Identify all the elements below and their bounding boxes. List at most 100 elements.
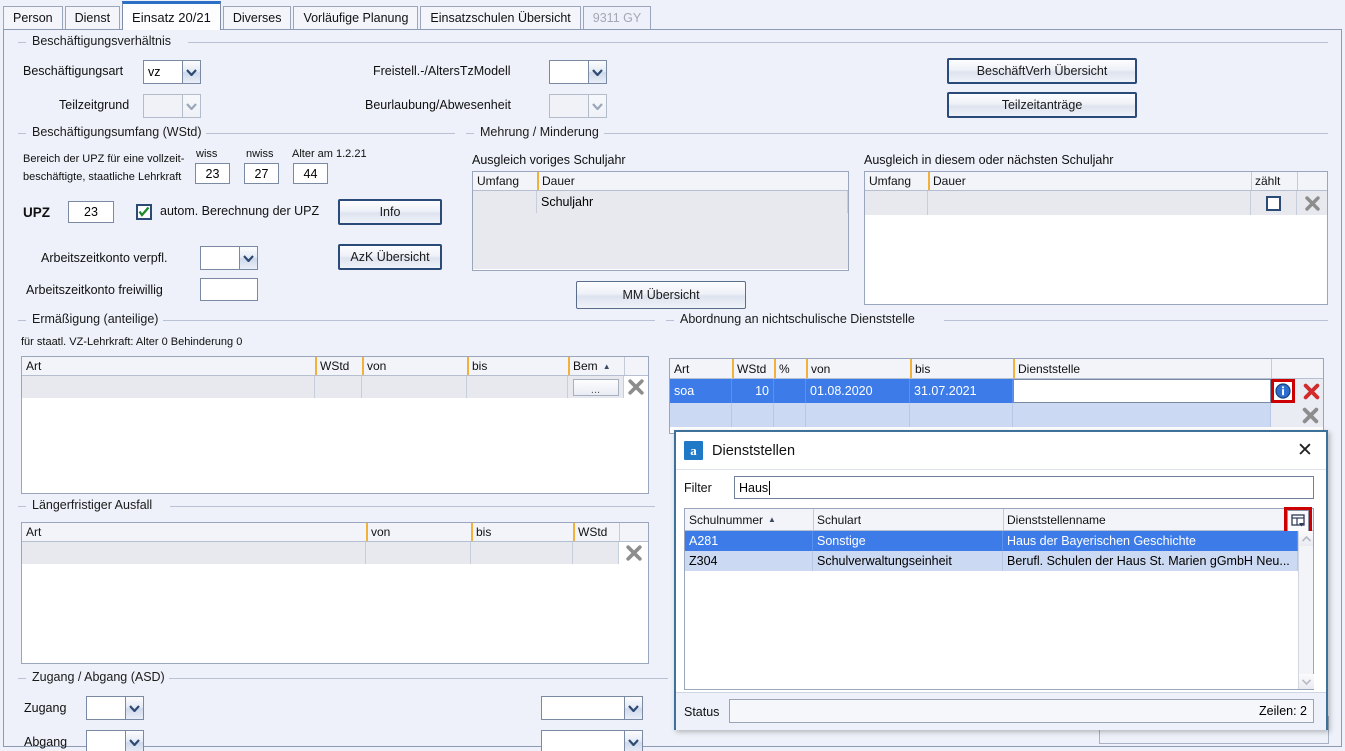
cell-art[interactable] xyxy=(670,403,732,427)
mm-uebersicht-button[interactable]: MM Übersicht xyxy=(576,281,746,309)
cell-wstd[interactable] xyxy=(315,376,362,398)
cell-bis[interactable] xyxy=(471,542,573,564)
cell-row-actions[interactable] xyxy=(1271,379,1323,403)
beurlaubung-value[interactable] xyxy=(549,94,588,118)
table-columns-icon[interactable] xyxy=(1287,510,1309,532)
cell-delete[interactable] xyxy=(624,376,648,398)
col-bis[interactable]: bis xyxy=(910,359,1013,378)
teilzeitgrund-value[interactable] xyxy=(143,94,182,118)
col-art[interactable]: Art xyxy=(670,359,732,378)
delete-gray-x-icon[interactable] xyxy=(1299,192,1325,214)
zugang-detail-combo[interactable] xyxy=(541,696,643,720)
tab-9311-gy[interactable]: 9311 GY xyxy=(582,6,652,30)
tab-einsatz[interactable]: Einsatz 20/21 xyxy=(122,1,221,30)
col-actions[interactable] xyxy=(624,357,648,375)
table-scrollbar[interactable] xyxy=(1298,531,1314,689)
col-umfang[interactable]: Umfang xyxy=(473,172,537,190)
cell-prozent[interactable] xyxy=(774,379,806,403)
chevron-down-icon[interactable] xyxy=(624,696,643,720)
delete-gray-x-icon[interactable] xyxy=(1297,403,1323,427)
delete-red-x-icon[interactable] xyxy=(1299,379,1323,403)
chevron-down-icon[interactable] xyxy=(125,730,144,751)
chevron-down-icon[interactable] xyxy=(239,246,258,270)
beschaeftigungsart-value[interactable]: vz xyxy=(143,60,182,84)
zugang-combo[interactable] xyxy=(86,696,144,720)
table-row[interactable]: soa 10 01.08.2020 31.07.2021 xyxy=(670,379,1323,403)
tab-einsatzschulen-uebersicht[interactable]: Einsatzschulen Übersicht xyxy=(420,6,581,30)
cell-wstd[interactable]: 10 xyxy=(732,379,774,403)
cell-bis[interactable] xyxy=(910,403,1013,427)
freistell-value[interactable] xyxy=(549,60,588,84)
col-wstd[interactable]: WStd xyxy=(315,357,362,375)
col-von[interactable]: von xyxy=(366,523,471,541)
col-prozent[interactable]: % xyxy=(774,359,806,378)
abgang-detail-combo[interactable] xyxy=(541,730,643,751)
zugang-detail-value[interactable] xyxy=(541,696,624,720)
info-button[interactable]: Info xyxy=(338,199,442,225)
col-wstd[interactable]: WStd xyxy=(573,523,619,541)
cell-dienststellenname[interactable]: Berufl. Schulen der Haus St. Marien gGmb… xyxy=(1003,551,1298,571)
tab-vorlaeufige-planung[interactable]: Vorläufige Planung xyxy=(293,6,419,30)
table-row[interactable] xyxy=(865,191,1327,215)
dienststellen-table[interactable]: Schulnummer ▲ Schulart Dienststellenname xyxy=(684,507,1314,690)
col-schulnummer[interactable]: Schulnummer ▲ xyxy=(685,509,813,530)
table-row[interactable]: Z304 Schulverwaltungseinheit Berufl. Sch… xyxy=(685,551,1298,571)
cell-wstd[interactable] xyxy=(732,403,774,427)
tab-person[interactable]: Person xyxy=(3,6,63,30)
filter-input[interactable]: Haus xyxy=(734,476,1314,499)
col-art[interactable]: Art xyxy=(22,523,366,541)
cell-von[interactable] xyxy=(806,403,910,427)
delete-gray-x-icon[interactable] xyxy=(619,542,648,564)
cell-dauer[interactable] xyxy=(928,191,1251,215)
cell-bem[interactable]: ... xyxy=(568,376,624,398)
laengerfristiger-ausfall-table[interactable]: Art von bis WStd xyxy=(21,522,649,664)
beurlaubung-combo[interactable] xyxy=(549,94,607,118)
chevron-down-icon[interactable] xyxy=(588,60,607,84)
arbeitszeitkonto-verpfl-value[interactable] xyxy=(200,246,239,270)
teilzeitgrund-combo[interactable] xyxy=(143,94,201,118)
cell-delete[interactable] xyxy=(1297,191,1327,215)
ermaessigung-table[interactable]: Art WStd von bis Bem ▲ ... xyxy=(21,356,649,494)
zaehlt-checkbox[interactable] xyxy=(1266,195,1281,211)
beschaeftigungsart-combo[interactable]: vz xyxy=(143,60,201,84)
table-row[interactable]: Schuljahr xyxy=(473,191,848,213)
cell-row-actions[interactable] xyxy=(1271,403,1323,427)
col-dauer[interactable]: Dauer xyxy=(537,172,848,190)
cell-bis[interactable] xyxy=(467,376,568,398)
chevron-down-icon[interactable] xyxy=(125,696,144,720)
bem-ellipsis-button[interactable]: ... xyxy=(572,378,619,396)
table-row[interactable] xyxy=(22,542,648,564)
cell-schulart[interactable]: Sonstige xyxy=(813,531,1003,551)
delete-gray-x-icon[interactable] xyxy=(624,376,648,398)
chevron-down-icon[interactable] xyxy=(588,94,607,118)
cell-prozent[interactable] xyxy=(774,403,806,427)
cell-schulnummer[interactable]: A281 xyxy=(685,531,813,551)
cell-art[interactable]: soa xyxy=(670,379,732,403)
abordnung-table[interactable]: Art WStd % von bis Dienststelle soa 10 0… xyxy=(669,358,1324,434)
col-von[interactable]: von xyxy=(362,357,467,375)
abgang-value[interactable] xyxy=(86,730,125,751)
cell-umfang[interactable] xyxy=(865,191,928,215)
col-actions[interactable] xyxy=(619,523,648,541)
info-icon[interactable] xyxy=(1275,383,1291,399)
cell-bis[interactable]: 31.07.2021 xyxy=(910,379,1013,403)
tab-diverses[interactable]: Diverses xyxy=(222,6,292,30)
teilzeitantraege-button[interactable]: Teilzeitanträge xyxy=(947,92,1137,118)
nwiss-field[interactable]: 27 xyxy=(244,163,279,184)
tab-dienst[interactable]: Dienst xyxy=(64,6,121,30)
col-actions[interactable] xyxy=(1297,172,1327,190)
freistell-combo[interactable] xyxy=(549,60,607,84)
chevron-down-icon[interactable] xyxy=(182,94,201,118)
col-wstd[interactable]: WStd xyxy=(732,359,774,378)
table-row[interactable]: A281 Sonstige Haus der Bayerischen Gesch… xyxy=(685,531,1298,551)
col-actions[interactable] xyxy=(1271,359,1323,378)
col-schulart[interactable]: Schulart xyxy=(813,509,1003,530)
col-bem[interactable]: Bem ▲ xyxy=(568,357,624,375)
cell-schulart[interactable]: Schulverwaltungseinheit xyxy=(813,551,1003,571)
abgang-combo[interactable] xyxy=(86,730,144,751)
chevron-down-icon[interactable] xyxy=(182,60,201,84)
cell-umfang[interactable] xyxy=(473,191,537,213)
cell-dienststelle[interactable] xyxy=(1013,403,1271,427)
cell-von[interactable] xyxy=(366,542,471,564)
beschaeftverh-uebersicht-button[interactable]: BeschäftVerh Übersicht xyxy=(947,58,1137,84)
